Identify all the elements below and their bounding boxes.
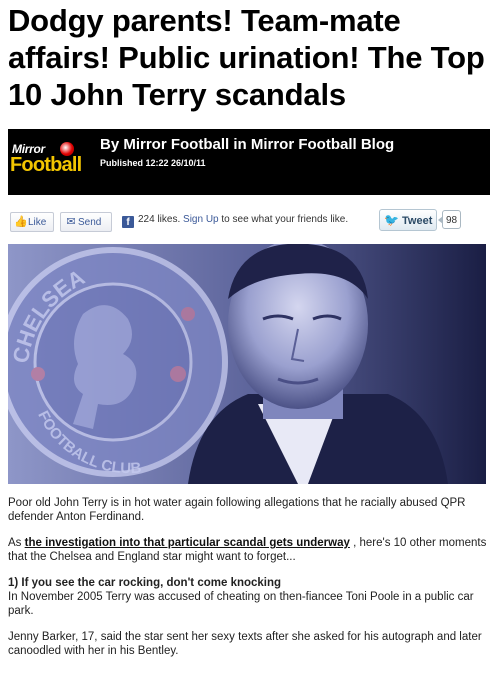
byline-author: By Mirror Football in Mirror Football Bl… [100,136,395,153]
like-label: Like [28,217,47,228]
tweet-button[interactable]: 🐦 Tweet [379,209,437,231]
p2-prefix: As [8,537,22,549]
facebook-likes-text: 224 likes. Sign Up to see what your frie… [138,214,358,226]
article-paragraph: Jenny Barker, 17, said the star sent her… [8,631,482,657]
investigation-link[interactable]: the investigation into that particular s… [25,537,350,549]
mirror-football-logo[interactable]: Mirror Football [10,136,92,190]
send-label: Send [78,217,102,228]
article-paragraph: Poor old John Terry is in hot water agai… [8,497,466,523]
article-headline: Dodgy parents! Team-mate affairs! Public… [8,3,485,112]
signup-link[interactable]: Sign Up [183,214,219,225]
send-icon: ✉ [66,216,76,228]
article-paragraph: As the investigation into that particula… [8,536,490,564]
article-paragraph: In November 2005 Terry was accused of ch… [8,591,474,617]
twitter-bird-icon: 🐦 [384,213,399,227]
chelsea-crest-graphic [8,247,228,477]
scandal-1-title: 1) If you see the car rocking, don't com… [8,577,282,589]
hero-image: CHELSEA FOOTBALL CLUB [8,244,486,484]
likes-count: 224 likes. [138,214,181,225]
social-share-bar: 👍Like ✉ Send f 224 likes. Sign Up to see … [8,208,490,244]
facebook-send-button[interactable]: ✉ Send [60,212,112,232]
tweet-count: 98 [437,210,462,229]
tweet-label: Tweet [402,215,433,227]
facebook-like-button[interactable]: 👍Like [10,212,54,232]
article-body: Poor old John Terry is in hot water agai… [8,496,490,670]
signup-suffix: to see what your friends like. [221,214,349,225]
byline-banner: Mirror Football By Mirror Football in Mi… [8,129,490,195]
thumbs-up-icon: 👍 [14,216,28,228]
logo-football-text: Football [10,154,82,176]
hero-image-art: CHELSEA FOOTBALL CLUB [8,244,486,484]
facebook-icon: f [122,216,134,228]
publish-date: Published 12:22 26/10/11 [100,158,206,168]
